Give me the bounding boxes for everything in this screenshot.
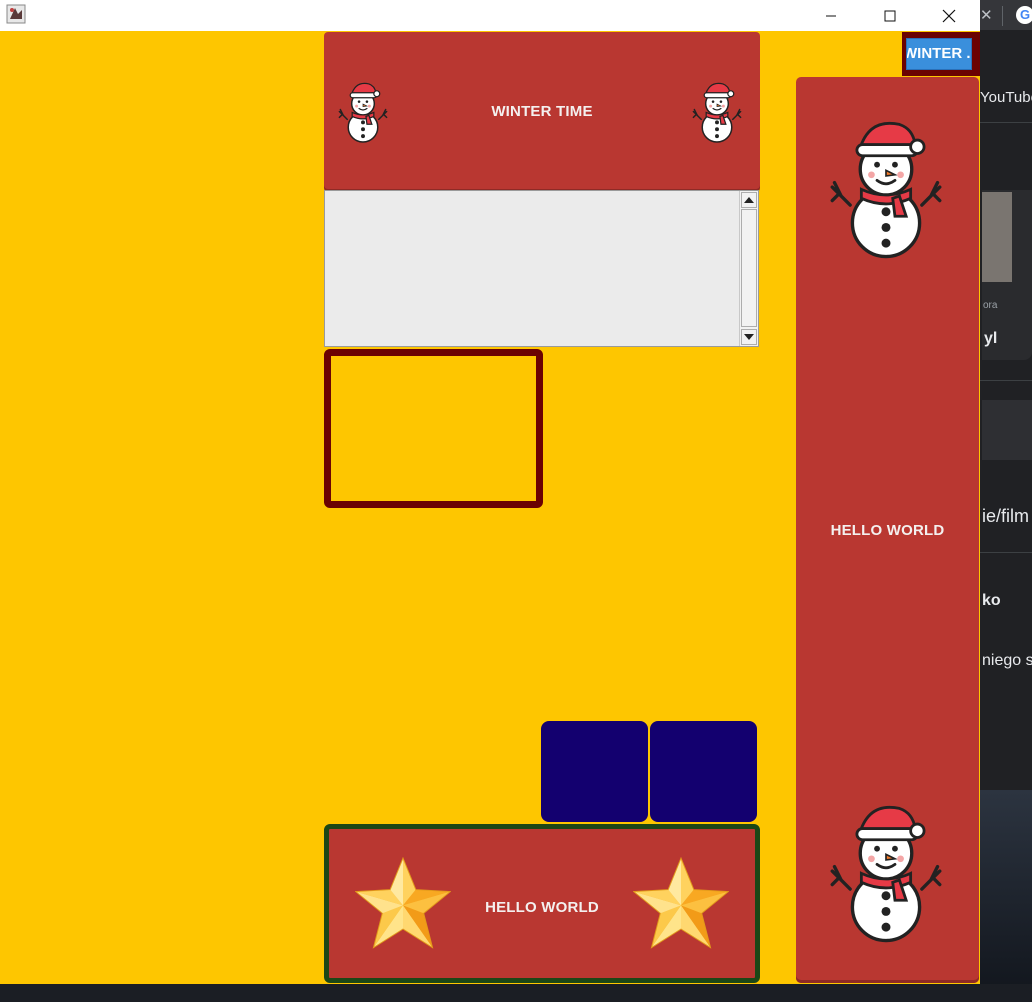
empty-framed-panel <box>324 349 543 508</box>
browser-body-text: niego se <box>982 652 1032 669</box>
snowman-icon <box>830 797 942 943</box>
hello-world-side-panel: HELLO WORLD <box>796 77 979 983</box>
text-area-scrollbar[interactable] <box>739 191 758 346</box>
arrow-down-icon <box>744 334 754 340</box>
maximize-icon <box>884 10 896 21</box>
browser-section-text: ko <box>982 592 1001 609</box>
browser-divider <box>980 122 1032 123</box>
close-icon <box>942 9 956 22</box>
browser-separator <box>1002 6 1003 26</box>
browser-bookmark-bar <box>980 30 1032 78</box>
browser-bottom-image <box>980 790 1032 1002</box>
browser-divider <box>980 380 1032 381</box>
google-icon[interactable]: G <box>1016 6 1032 24</box>
hello-world-bottom-panel: HELLO WORLD <box>324 824 760 983</box>
scroll-up-button[interactable] <box>741 192 757 208</box>
minimize-icon <box>826 15 836 16</box>
winter-time-panel: WINTER TIME <box>324 32 760 189</box>
taskbar <box>0 984 1032 1002</box>
browser-divider <box>980 552 1032 553</box>
window-titlebar <box>0 0 980 31</box>
browser-video-thumbnail <box>982 192 1012 282</box>
java-app-icon <box>6 4 26 24</box>
browser-card-title: yl <box>984 330 998 347</box>
minimize-button[interactable] <box>808 0 854 31</box>
maximize-button[interactable] <box>867 0 913 31</box>
browser-tab-close-icon[interactable]: ✕ <box>980 6 993 24</box>
winter-button[interactable]: WINTER ... <box>906 38 972 70</box>
star-icon <box>633 857 729 949</box>
hello-world-side-label: HELLO WORLD <box>830 522 945 539</box>
text-area[interactable] <box>324 190 759 347</box>
close-button[interactable] <box>926 0 972 31</box>
text-area-content[interactable] <box>329 195 734 342</box>
browser-youtube-link[interactable]: YouTube <box>980 89 1032 106</box>
browser-panel <box>982 400 1032 460</box>
winter-button-label: WINTER ... <box>906 45 971 62</box>
scroll-thumb[interactable] <box>741 209 757 327</box>
scroll-down-button[interactable] <box>741 329 757 345</box>
navy-button-right[interactable] <box>650 721 757 822</box>
snowman-icon <box>830 113 942 259</box>
navy-button-left[interactable] <box>541 721 648 822</box>
snowman-icon <box>692 79 742 143</box>
arrow-up-icon <box>744 197 754 203</box>
browser-url-text: ie/film <box>982 506 1030 526</box>
browser-card-text: ora <box>983 300 998 311</box>
